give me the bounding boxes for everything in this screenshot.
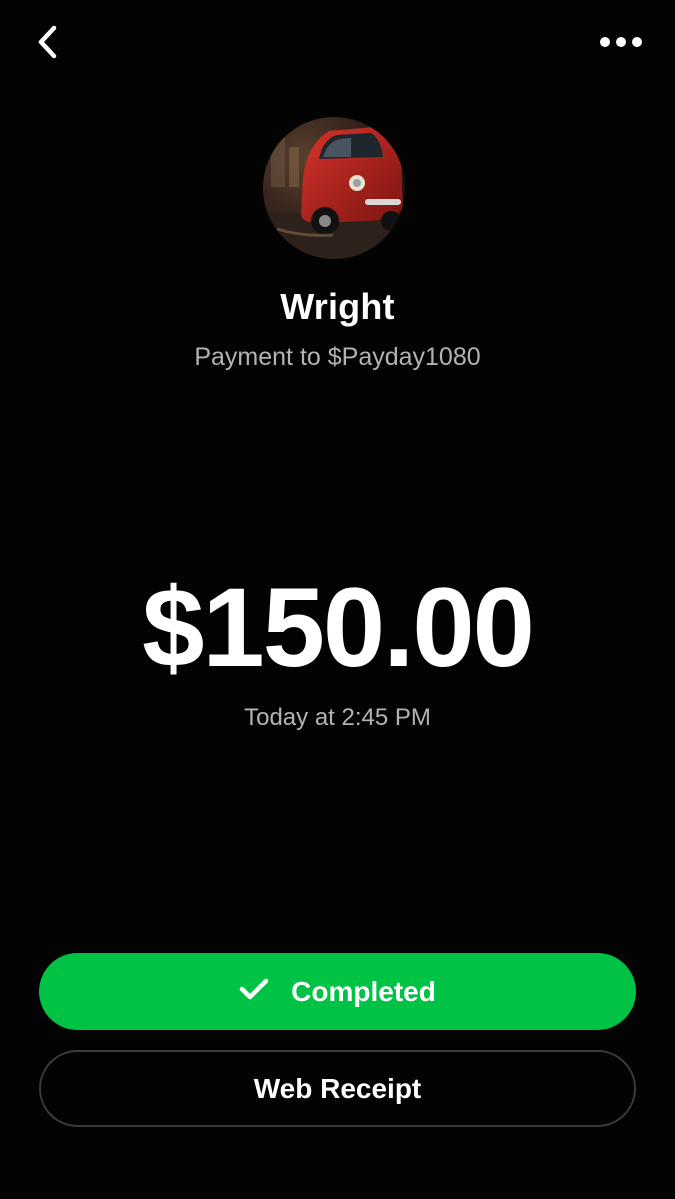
web-receipt-label: Web Receipt [253, 1072, 422, 1104]
payment-timestamp: Today at 2:45 PM [244, 704, 431, 731]
payment-detail-screen: Wright Payment to $Payday1080 $150.00 To… [0, 0, 675, 1199]
chevron-left-icon [36, 24, 60, 65]
more-horizontal-icon [599, 35, 643, 53]
recipient-name: Wright [280, 286, 395, 327]
more-options-button[interactable] [593, 22, 649, 66]
back-button[interactable] [26, 22, 70, 66]
completed-status-button[interactable]: Completed [39, 953, 636, 1030]
avatar[interactable] [263, 117, 405, 259]
completed-label: Completed [291, 975, 436, 1007]
web-receipt-button[interactable]: Web Receipt [39, 1050, 636, 1127]
red-car-photo-icon [263, 117, 405, 259]
checkmark-icon [239, 977, 269, 1006]
payment-subtitle: Payment to $Payday1080 [194, 343, 481, 371]
payment-amount: $150.00 [142, 565, 535, 690]
